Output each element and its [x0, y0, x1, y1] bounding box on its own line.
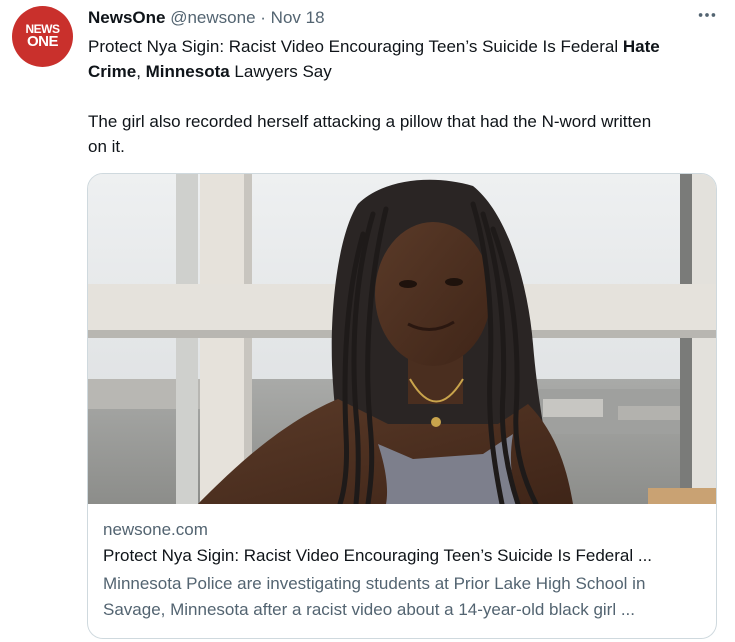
card-description-line-2: Savage, Minnesota after a racist video a… [103, 600, 636, 619]
avatar[interactable]: NEWS ONE [12, 6, 73, 67]
author-name[interactable]: NewsOne [88, 8, 165, 27]
card-title[interactable]: Protect Nya Sigin: Racist Video Encourag… [103, 542, 703, 570]
tweet-date[interactable]: Nov 18 [271, 8, 325, 27]
headline-comma: , [136, 62, 146, 81]
author-handle[interactable]: @newsone [170, 8, 255, 27]
tweet[interactable]: NEWS ONE NewsOne @newsone · Nov 18 Prote… [0, 0, 735, 642]
link-preview-card[interactable]: newsone.com Protect Nya Sigin: Racist Vi… [87, 173, 717, 639]
headline-bold-hate: Hate [622, 37, 660, 56]
card-description: Minnesota Police are investigating stude… [103, 571, 703, 623]
tweet-header: NewsOne @newsone · Nov 18 [88, 8, 325, 28]
tweet-headline: Protect Nya Sigin: Racist Video Encourag… [88, 34, 723, 84]
separator-dot: · [260, 8, 266, 27]
card-photo [88, 174, 716, 504]
more-dots-icon-svg [698, 13, 716, 17]
body-line-2: on it. [88, 137, 125, 156]
card-image[interactable] [88, 174, 716, 504]
tweet-body: The girl also recorded herself attacking… [88, 109, 723, 159]
tweet-text: Protect Nya Sigin: Racist Video Encourag… [88, 34, 723, 159]
card-body: newsone.com Protect Nya Sigin: Racist Vi… [103, 518, 703, 623]
headline-bold-crime: Crime [88, 62, 137, 81]
avatar-text-one: ONE [26, 33, 59, 51]
headline-bold-minnesota: Minnesota [145, 62, 230, 81]
headline-part1: Protect Nya Sigin: Racist Video Encourag… [88, 37, 623, 56]
body-line-1: The girl also recorded herself attacking… [88, 112, 652, 131]
card-domain: newsone.com [103, 520, 208, 539]
more-dots-icon[interactable] [693, 4, 721, 28]
headline-end: Lawyers Say [229, 62, 332, 81]
card-description-line-1: Minnesota Police are investigating stude… [103, 574, 646, 593]
